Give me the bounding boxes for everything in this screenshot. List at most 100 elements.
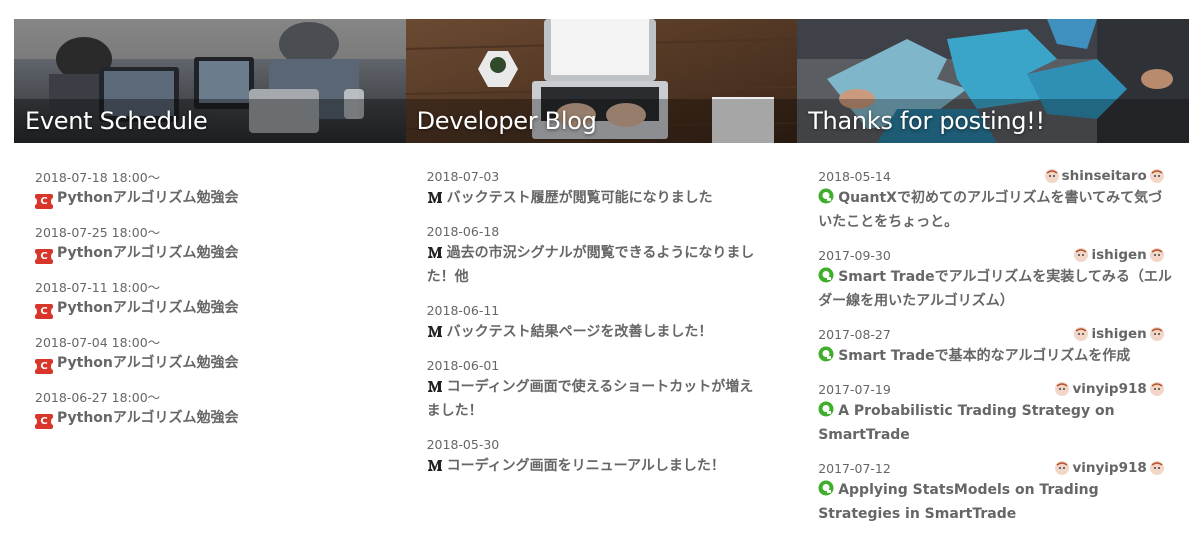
community-post-title: Smart Tradeで基本的なアルゴリズムを作成 xyxy=(838,348,1131,364)
list-item: 2018-07-04 18:00〜 C Pythonアルゴリズム勉強会 xyxy=(33,332,406,375)
qiita-icon xyxy=(818,346,834,362)
event-schedule-section: Event Schedule 2018-07-18 18:00〜 C Python… xyxy=(14,19,406,539)
author-name: shinseitaro xyxy=(1061,168,1147,184)
blog-post-link[interactable]: 過去の市況シグナルが閲覧できるようになりました！他 xyxy=(427,241,762,289)
community-post-title: QuantXで初めてのアルゴリズムを書いてみて気づいたことをちょっと。 xyxy=(818,190,1163,230)
author-avatar-icon xyxy=(1074,327,1089,341)
blog-post-title: バックテスト履歴が閲覧可能になりました xyxy=(446,190,713,206)
thanks-for-posting-section: Thanks for posting!! 2018-05-14 shinseit… xyxy=(797,19,1189,539)
developer-blog-banner[interactable]: Developer Blog xyxy=(405,19,798,143)
event-date: 2018-07-18 18:00〜 xyxy=(35,169,161,185)
blog-post-title: 過去の市況シグナルが閲覧できるようになりました！他 xyxy=(426,245,755,285)
event-schedule-banner[interactable]: Event Schedule xyxy=(14,19,406,143)
event-link[interactable]: C Pythonアルゴリズム勉強会 xyxy=(33,406,406,430)
ticket-c-icon: C xyxy=(33,359,55,374)
blog-post-link[interactable]: コーディング画面で使えるショートカットが増えました！ xyxy=(427,375,762,423)
list-item: 2018-06-11 バックテスト結果ページを改善しました！ xyxy=(427,301,798,344)
community-post-title: A Probabilistic Trading Strategy on Smar… xyxy=(818,403,1115,443)
blog-list: 2018-07-03 バックテスト履歴が閲覧可能になりました 2018-06-1… xyxy=(406,143,798,478)
list-item: 2018-07-11 18:00〜 C Pythonアルゴリズム勉強会 xyxy=(33,277,406,320)
author-avatar-icon xyxy=(1074,248,1089,262)
event-link[interactable]: C Pythonアルゴリズム勉強会 xyxy=(33,351,406,375)
list-item: 2018-06-27 18:00〜 C Pythonアルゴリズム勉強会 xyxy=(33,387,406,430)
author-link[interactable]: ishigen xyxy=(1073,326,1164,342)
ticket-c-icon: C xyxy=(33,304,55,319)
community-post-list: 2018-05-14 shinseitaro QuantXで初めてのアルゴリズム… xyxy=(797,143,1189,526)
community-post-link[interactable]: Applying StatsModels on Trading Strategi… xyxy=(818,478,1173,526)
event-title: Pythonアルゴリズム勉強会 xyxy=(57,355,239,371)
medium-icon xyxy=(427,247,442,258)
post-date: 2018-06-01 xyxy=(426,357,500,373)
blog-post-title: コーディング画面をリニューアルしました！ xyxy=(446,458,725,474)
qiita-icon xyxy=(818,480,834,496)
author-link[interactable]: vinyip918 xyxy=(1054,381,1164,397)
post-date: 2018-06-11 xyxy=(426,302,500,318)
list-item: 2018-05-14 shinseitaro QuantXで初めてのアルゴリズム… xyxy=(818,167,1189,234)
community-post-link[interactable]: Smart Tradeで基本的なアルゴリズムを作成 xyxy=(818,344,1173,368)
ticket-c-icon: C xyxy=(33,414,55,429)
community-post-link[interactable]: QuantXで初めてのアルゴリズムを書いてみて気づいたことをちょっと。 xyxy=(818,186,1173,234)
post-date: 2017-07-19 xyxy=(818,381,891,397)
post-date: 2018-05-30 xyxy=(426,436,500,452)
thanks-for-posting-banner[interactable]: Thanks for posting!! xyxy=(797,19,1189,143)
community-post-link[interactable]: Smart Tradeでアルゴリズムを実装してみる（エルダー線を用いたアルゴリズ… xyxy=(818,265,1173,313)
author-name: vinyip918 xyxy=(1072,381,1147,397)
event-link[interactable]: C Pythonアルゴリズム勉強会 xyxy=(33,241,406,265)
ticket-c-icon: C xyxy=(33,194,55,209)
event-schedule-heading: Event Schedule xyxy=(25,107,208,135)
community-post-title: Applying StatsModels on Trading Strategi… xyxy=(818,482,1099,522)
list-item: 2017-08-27 ishigen Smart Tradeで基本的なアルゴリズ… xyxy=(818,325,1189,368)
event-date: 2018-07-25 18:00〜 xyxy=(35,224,161,240)
author-avatar-icon xyxy=(1149,461,1164,475)
author-link[interactable]: ishigen xyxy=(1073,247,1164,263)
ticket-c-icon: C xyxy=(33,249,55,264)
post-date: 2017-09-30 xyxy=(818,247,891,263)
list-item: 2018-06-01 コーディング画面で使えるショートカットが増えました！ xyxy=(427,356,798,423)
medium-icon xyxy=(427,460,442,471)
medium-icon xyxy=(427,381,442,392)
list-item: 2018-07-18 18:00〜 C Pythonアルゴリズム勉強会 xyxy=(33,167,406,210)
event-date: 2018-06-27 18:00〜 xyxy=(35,389,161,405)
event-title: Pythonアルゴリズム勉強会 xyxy=(57,245,239,261)
list-item: 2018-07-03 バックテスト履歴が閲覧可能になりました xyxy=(427,167,798,210)
thanks-for-posting-heading: Thanks for posting!! xyxy=(808,107,1045,135)
blog-post-link[interactable]: バックテスト結果ページを改善しました！ xyxy=(427,320,762,344)
post-date: 2018-07-03 xyxy=(426,168,500,184)
blog-post-link[interactable]: バックテスト履歴が閲覧可能になりました xyxy=(427,186,762,210)
blog-post-title: コーディング画面で使えるショートカットが増えました！ xyxy=(426,379,754,419)
author-avatar-icon xyxy=(1149,382,1164,396)
event-date: 2018-07-11 18:00〜 xyxy=(35,279,161,295)
medium-icon xyxy=(427,326,442,337)
qiita-icon xyxy=(818,267,834,283)
author-avatar-icon xyxy=(1149,169,1164,183)
list-item: 2017-09-30 ishigen Smart Tradeでアルゴリズムを実装… xyxy=(818,246,1189,313)
author-name: vinyip918 xyxy=(1072,460,1147,476)
community-post-link[interactable]: A Probabilistic Trading Strategy on Smar… xyxy=(818,399,1173,447)
event-title: Pythonアルゴリズム勉強会 xyxy=(57,190,239,206)
post-date: 2018-06-18 xyxy=(426,223,500,239)
event-list: 2018-07-18 18:00〜 C Pythonアルゴリズム勉強会 2018-… xyxy=(14,143,406,430)
list-item: 2018-06-18 過去の市況シグナルが閲覧できるようになりました！他 xyxy=(427,222,798,289)
event-link[interactable]: C Pythonアルゴリズム勉強会 xyxy=(33,186,406,210)
feature-panels: Event Schedule 2018-07-18 18:00〜 C Python… xyxy=(14,19,1189,539)
blog-post-link[interactable]: コーディング画面をリニューアルしました！ xyxy=(427,454,762,478)
developer-blog-section: Developer Blog 2018-07-03 バックテスト履歴が閲覧可能に… xyxy=(405,19,798,539)
event-title: Pythonアルゴリズム勉強会 xyxy=(57,410,239,426)
blog-post-title: バックテスト結果ページを改善しました！ xyxy=(446,324,713,340)
post-date: 2017-08-27 xyxy=(818,326,891,342)
author-avatar-icon xyxy=(1055,382,1070,396)
developer-blog-heading: Developer Blog xyxy=(416,107,597,135)
medium-icon xyxy=(427,192,442,203)
author-name: ishigen xyxy=(1091,326,1147,342)
author-avatar-icon xyxy=(1044,169,1059,183)
list-item: 2018-05-30 コーディング画面をリニューアルしました！ xyxy=(427,435,798,478)
post-date: 2017-07-12 xyxy=(818,460,891,476)
event-link[interactable]: C Pythonアルゴリズム勉強会 xyxy=(33,296,406,320)
list-item: 2017-07-19 vinyip918 A Probabilistic Tra… xyxy=(818,380,1189,447)
author-link[interactable]: shinseitaro xyxy=(1044,168,1165,184)
qiita-icon xyxy=(818,188,834,204)
event-date: 2018-07-04 18:00〜 xyxy=(35,334,161,350)
author-link[interactable]: vinyip918 xyxy=(1054,460,1164,476)
event-title: Pythonアルゴリズム勉強会 xyxy=(57,300,239,316)
list-item: 2018-07-25 18:00〜 C Pythonアルゴリズム勉強会 xyxy=(33,222,406,265)
